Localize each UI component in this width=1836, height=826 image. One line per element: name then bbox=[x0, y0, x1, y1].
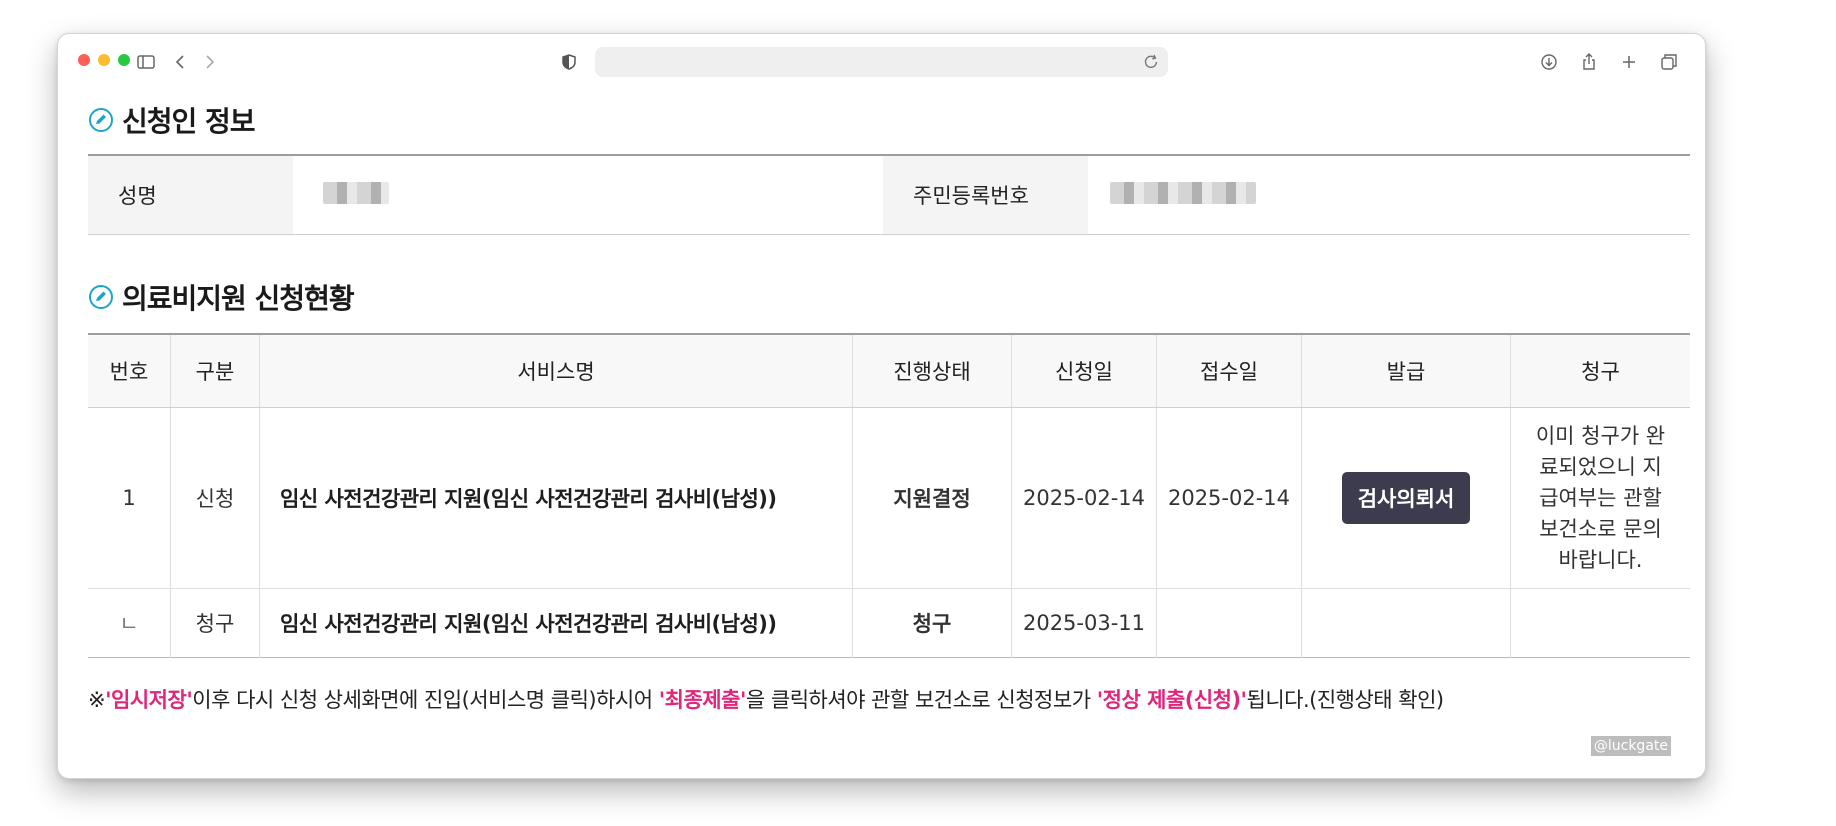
service-name-link[interactable]: 임신 사전건강관리 지원(임신 사전건강관리 검사비(남성)) bbox=[259, 407, 853, 589]
notice-text: 됩니다.(진행상태 확인) bbox=[1246, 688, 1445, 712]
col-header-no: 번호 bbox=[88, 334, 171, 408]
redacted-rrn bbox=[1110, 181, 1256, 204]
table-row: ㄴ 청구 임신 사전건강관리 지원(임신 사전건강관리 검사비(남성)) 청구 … bbox=[88, 588, 1690, 658]
row-no: ㄴ bbox=[119, 612, 139, 636]
claim-note bbox=[1510, 588, 1690, 658]
status-badge: 지원결정 bbox=[852, 407, 1012, 589]
issue-cell: 검사의뢰서 bbox=[1301, 407, 1511, 589]
privacy-shield-icon[interactable] bbox=[556, 49, 582, 75]
edit-circle-icon bbox=[89, 285, 113, 309]
col-header-issue: 발급 bbox=[1301, 334, 1511, 408]
notice-highlight-normal-submit: '정상 제출(신청)' bbox=[1096, 688, 1247, 712]
table-header-row: 번호 구분 서비스명 진행상태 신청일 접수일 발급 청구 bbox=[88, 334, 1690, 408]
name-label: 성명 bbox=[88, 155, 293, 235]
close-window-button[interactable] bbox=[78, 54, 90, 66]
col-header-received-date: 접수일 bbox=[1156, 334, 1302, 408]
received-date: 2025-02-14 bbox=[1156, 407, 1302, 589]
rrn-label: 주민등록번호 bbox=[883, 155, 1088, 235]
test-request-form-button[interactable]: 검사의뢰서 bbox=[1341, 472, 1471, 524]
redacted-name bbox=[323, 181, 389, 204]
notice-text: 이후 다시 신청 상세화면에 진입(서비스명 클릭)하시어 bbox=[192, 688, 659, 712]
application-status-table: 번호 구분 서비스명 진행상태 신청일 접수일 발급 청구 1 신청 임신 사전… bbox=[88, 333, 1690, 658]
claim-note: 이미 청구가 완료되었으니 지급여부는 관할보건소로 문의바랍니다. bbox=[1510, 407, 1690, 589]
submission-notice: ※'임시저장'이후 다시 신청 상세화면에 진입(서비스명 클릭)하시어 '최종… bbox=[88, 684, 1691, 714]
page-content: 신청인 정보 성명 주민등록번호 의료비지원 신청현황 번호 구분 서비스명 진… bbox=[88, 90, 1691, 714]
notice-prefix: ※ bbox=[88, 688, 106, 712]
section-title: 의료비지원 신청현황 bbox=[122, 282, 355, 315]
edit-circle-icon bbox=[89, 108, 113, 132]
share-icon[interactable] bbox=[1576, 49, 1602, 75]
table-row: 1 신청 임신 사전건강관리 지원(임신 사전건강관리 검사비(남성)) 지원결… bbox=[88, 407, 1690, 589]
service-name-link[interactable]: 임신 사전건강관리 지원(임신 사전건강관리 검사비(남성)) bbox=[259, 588, 853, 658]
applicant-info-table: 성명 주민등록번호 bbox=[88, 154, 1690, 235]
download-icon[interactable] bbox=[1536, 49, 1562, 75]
notice-highlight-temp-save: '임시저장' bbox=[105, 688, 193, 712]
col-header-type: 구분 bbox=[170, 334, 260, 408]
col-header-applied-date: 신청일 bbox=[1011, 334, 1157, 408]
sidebar-icon[interactable] bbox=[133, 49, 159, 75]
col-header-status: 진행상태 bbox=[852, 334, 1012, 408]
forward-chevron-icon[interactable] bbox=[196, 49, 222, 75]
row-type: 청구 bbox=[170, 588, 260, 658]
minimize-window-button[interactable] bbox=[98, 54, 110, 66]
applied-date: 2025-03-11 bbox=[1011, 588, 1157, 658]
rrn-value bbox=[1088, 155, 1690, 235]
row-type: 신청 bbox=[170, 407, 260, 589]
status-section-heading: 의료비지원 신청현황 bbox=[88, 277, 1691, 317]
back-chevron-icon[interactable] bbox=[168, 49, 194, 75]
section-title: 신청인 정보 bbox=[122, 105, 256, 138]
name-value bbox=[293, 155, 883, 235]
browser-window: 신청인 정보 성명 주민등록번호 의료비지원 신청현황 번호 구분 서비스명 진… bbox=[57, 33, 1706, 779]
applied-date: 2025-02-14 bbox=[1011, 407, 1157, 589]
browser-toolbar bbox=[58, 34, 1705, 90]
zoom-window-button[interactable] bbox=[118, 54, 130, 66]
issue-cell bbox=[1301, 588, 1511, 658]
col-header-claim: 청구 bbox=[1510, 334, 1690, 408]
window-controls bbox=[78, 54, 130, 66]
tabs-overview-icon[interactable] bbox=[1656, 49, 1682, 75]
watermark: @luckgate bbox=[1590, 736, 1671, 756]
row-no: 1 bbox=[88, 407, 171, 589]
col-header-service: 서비스명 bbox=[259, 334, 853, 408]
address-bar[interactable] bbox=[595, 47, 1168, 77]
status-badge: 청구 bbox=[852, 588, 1012, 658]
received-date bbox=[1156, 588, 1302, 658]
notice-highlight-final-submit: '최종제출' bbox=[658, 688, 747, 712]
new-tab-plus-icon[interactable] bbox=[1616, 49, 1642, 75]
applicant-section-heading: 신청인 정보 bbox=[88, 100, 1691, 140]
reload-icon[interactable] bbox=[1142, 53, 1160, 71]
notice-text: 을 클릭하셔야 관할 보건소로 신청정보가 bbox=[745, 688, 1097, 712]
